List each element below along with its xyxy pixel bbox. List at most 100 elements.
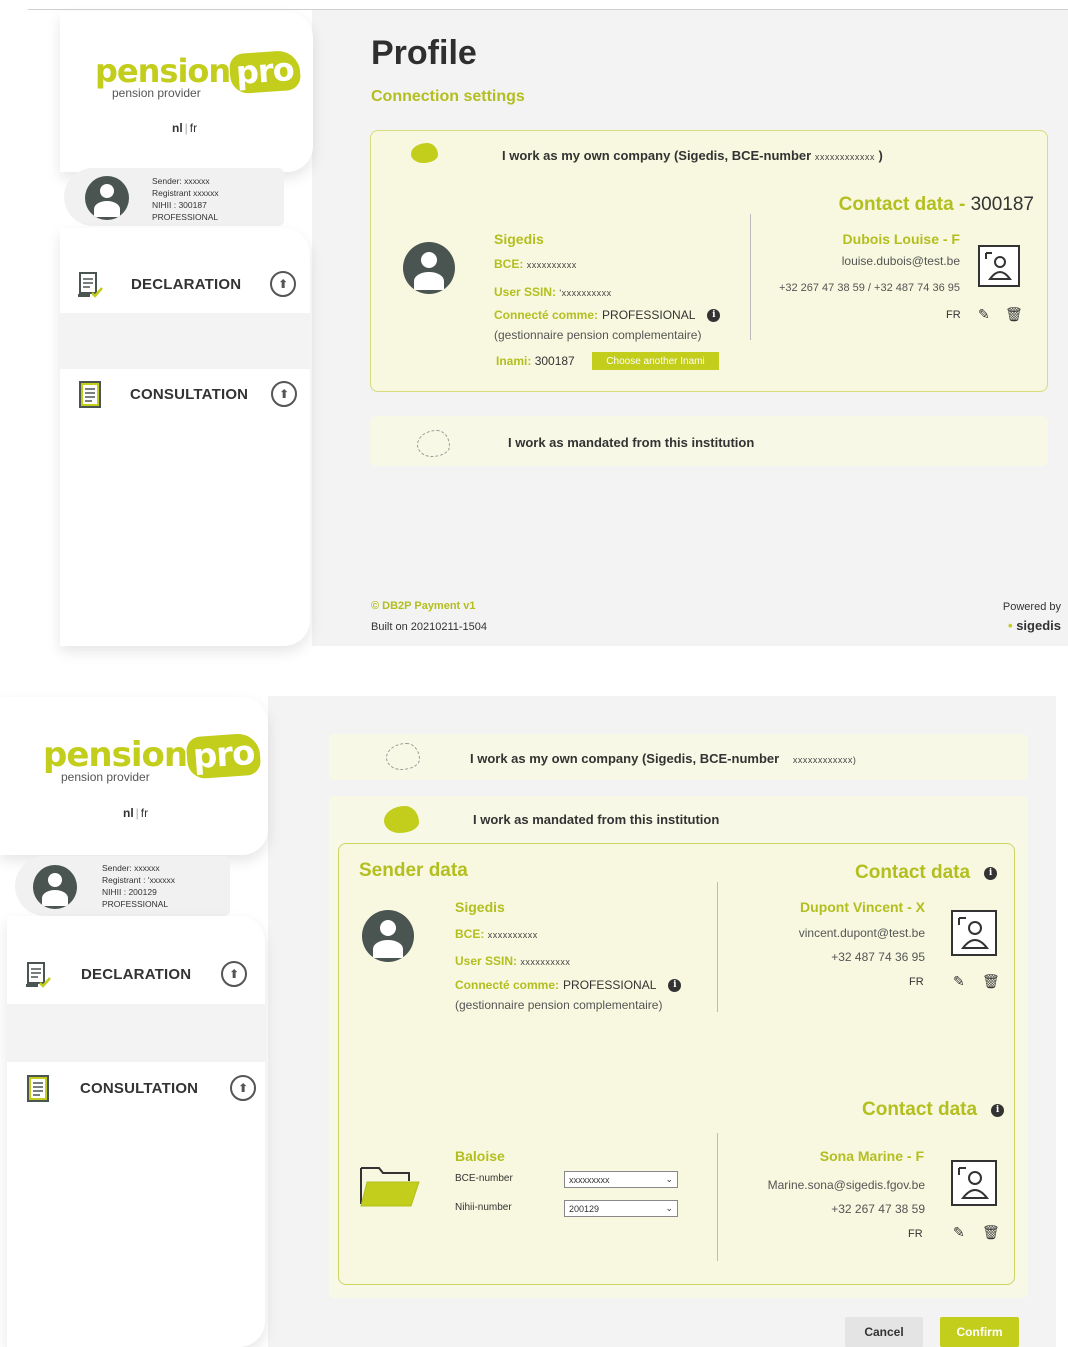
info-icon[interactable]: i	[984, 866, 998, 880]
vertical-divider	[717, 882, 718, 1012]
contact-heading-label: Contact data	[862, 1099, 978, 1120]
user-details: Sender: xxxxxx Registrant xxxxxx NIHII :…	[152, 175, 219, 223]
inami-label: Inami:	[496, 354, 532, 368]
edit-icon[interactable]: ✎	[953, 973, 965, 990]
radio-unselected-icon[interactable]	[386, 743, 420, 770]
user-role: PROFESSIONAL	[102, 899, 169, 909]
contact-name: Dubois Louise - F	[842, 231, 960, 247]
option-mandated[interactable]: I work as mandated from this institution	[508, 435, 754, 450]
contact-card-icon	[951, 910, 997, 956]
contact2-card-icon	[951, 1160, 997, 1206]
radio-selected-icon[interactable]	[411, 143, 438, 163]
contact-phones: +32 267 47 38 59 / +32 487 74 36 95	[778, 282, 960, 294]
edit-icon[interactable]: ✎	[978, 306, 990, 323]
contact2-email[interactable]: Marine.sona@sigedis.fgov.be	[768, 1178, 925, 1192]
contact-name: Dupont Vincent - X	[800, 899, 925, 915]
lang-fr[interactable]: fr	[141, 806, 148, 820]
trash-icon[interactable]: 🗑	[1005, 306, 1023, 323]
cancel-button[interactable]: Cancel	[845, 1317, 923, 1347]
nav-declaration-label: DECLARATION	[131, 275, 242, 293]
arrow-up-icon[interactable]: ⬆	[270, 271, 297, 297]
contact2-phone: +32 267 47 38 59	[831, 1202, 925, 1216]
consultation-icon	[78, 381, 101, 408]
option-own-company[interactable]: I work as my own company (Sigedis, BCE-n…	[502, 148, 883, 163]
nav-item-consultation[interactable]: CONSULTATION ⬆	[78, 376, 308, 412]
inami-value: 300187	[534, 354, 575, 368]
sender-company: Sigedis	[455, 899, 505, 915]
info-icon[interactable]: i	[707, 308, 721, 322]
declaration-icon	[26, 961, 51, 988]
contact-email[interactable]: vincent.dupont@test.be	[799, 926, 925, 940]
nav-item-declaration[interactable]: DECLARATION ⬆	[78, 266, 298, 302]
contact-lang: FR	[946, 309, 961, 321]
sender-company: Sigedis	[494, 231, 544, 247]
lang-nl[interactable]: nl	[172, 121, 183, 135]
connecte-label: Connecté comme:	[494, 308, 599, 322]
arrow-up-icon[interactable]: ⬆	[221, 961, 248, 987]
logo-subtitle-2: pension provider	[61, 770, 150, 784]
bce-number-value: xxxxxxxxx	[569, 1174, 610, 1185]
user-details-2: Sender: xxxxxx Registrant : 'xxxxxx NIHI…	[102, 862, 175, 910]
nav-spacer	[60, 313, 310, 369]
trash-icon[interactable]: 🗑	[982, 1224, 1000, 1241]
arrow-up-icon[interactable]: ⬆	[271, 381, 298, 407]
contact2-lang: FR	[908, 1228, 923, 1240]
powered-by: Powered by	[1002, 601, 1061, 613]
info-icon[interactable]: i	[668, 978, 682, 992]
language-switch-2: nl | fr	[123, 806, 149, 820]
chevron-down-icon: ⌄	[665, 1203, 673, 1213]
sender-connecte: Connecté comme: PROFESSIONAL i	[494, 308, 721, 322]
edit-icon[interactable]: ✎	[953, 1224, 965, 1241]
confirm-button[interactable]: Confirm	[940, 1317, 1019, 1347]
sender-bce: BCE: xxxxxxxxxx	[455, 927, 538, 941]
vertical-divider	[717, 1133, 718, 1261]
contact-card-icon	[978, 245, 1020, 287]
ssin-value: xxxxxxxxxx	[520, 957, 571, 967]
logo-word-pension: pension	[95, 52, 231, 90]
footer-copyright: © DB2P Payment v1	[371, 600, 476, 612]
trash-icon[interactable]: 🗑	[982, 973, 1000, 990]
nav-declaration-label: DECLARATION	[81, 965, 192, 983]
chevron-down-icon: ⌄	[665, 1174, 673, 1184]
nav-item-declaration-2[interactable]: DECLARATION ⬆	[26, 956, 258, 992]
sender-data-heading: Sender data	[359, 860, 468, 881]
user-nihii: NIHII : 300187	[152, 200, 207, 210]
radio-selected-icon[interactable]	[384, 806, 419, 833]
sender-role-desc: (gestionnaire pension complementaire)	[455, 998, 663, 1012]
connecte-label: Connecté comme:	[455, 978, 560, 992]
bce-mask: xxxxxxxxxxxx)	[792, 755, 857, 765]
user-role: PROFESSIONAL	[152, 212, 219, 222]
nav-item-consultation-2[interactable]: CONSULTATION ⬆	[26, 1070, 262, 1106]
contact-lang: FR	[909, 976, 924, 988]
contact-heading-label: Contact data -	[838, 194, 966, 215]
contact-heading-2: Contact data i	[862, 1099, 1005, 1121]
contact-heading-1: Contact data i	[855, 862, 998, 884]
sender-avatar-icon	[362, 910, 414, 962]
sender-ssin: User SSIN: xxxxxxxxxx	[455, 954, 570, 968]
option-own-company-2[interactable]: I work as my own company (Sigedis, BCE-n…	[470, 751, 856, 766]
sender-inami: Inami: 300187	[496, 354, 575, 368]
arrow-up-icon[interactable]: ⬆	[230, 1075, 257, 1101]
vertical-divider	[750, 214, 751, 340]
nihii-number-select[interactable]: 200129 ⌄	[564, 1200, 678, 1217]
consultation-icon	[26, 1075, 49, 1102]
bce-number-select[interactable]: xxxxxxxxx ⌄	[564, 1171, 678, 1188]
contact-email[interactable]: louise.dubois@test.be	[842, 254, 960, 268]
user-registrant: Registrant : 'xxxxxx	[102, 875, 175, 885]
user-registrant: Registrant xxxxxx	[152, 188, 219, 198]
connecte-value: PROFESSIONAL	[563, 978, 657, 992]
bce-value: xxxxxxxxxx	[526, 260, 577, 270]
nihii-number-label: Nihii-number	[455, 1202, 512, 1213]
lang-fr[interactable]: fr	[190, 121, 197, 135]
option-mandated-2[interactable]: I work as mandated from this institution	[473, 812, 719, 827]
contact-heading-number: 300187	[970, 194, 1034, 215]
choose-inami-button[interactable]: Choose another Inami	[592, 352, 719, 370]
lang-nl[interactable]: nl	[123, 806, 134, 820]
logo-subtitle: pension provider	[112, 86, 201, 100]
logo-word-pension: pension	[43, 735, 188, 775]
contact-phone: +32 487 74 36 95	[831, 950, 925, 964]
bce-number-label: BCE-number	[455, 1173, 513, 1184]
user-sender: Sender: xxxxxx	[152, 176, 210, 186]
radio-unselected-icon[interactable]	[417, 430, 450, 457]
info-icon[interactable]: i	[991, 1103, 1005, 1117]
